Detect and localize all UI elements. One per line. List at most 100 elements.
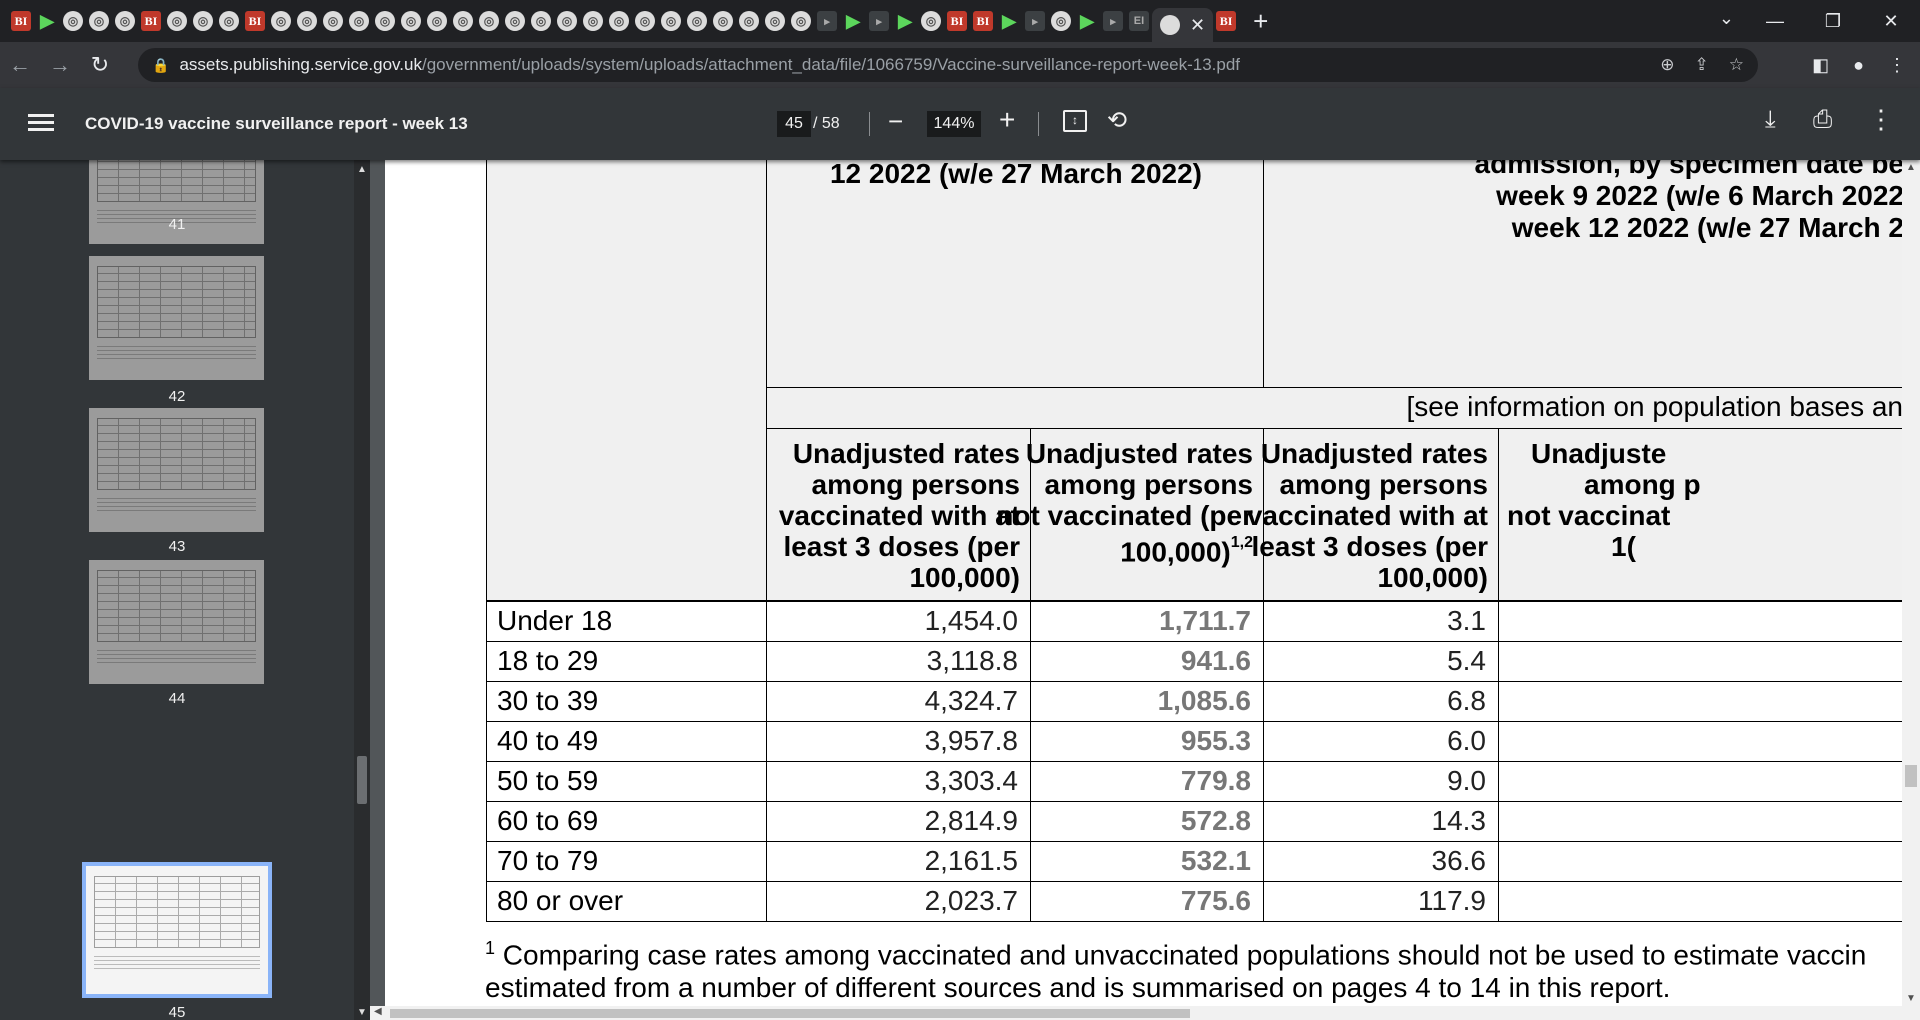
thumbnail-label: 43 (168, 538, 186, 555)
tab-favicon-circle-icon[interactable]: ◎ (424, 8, 450, 34)
tab-favicon-circle-icon[interactable]: ◎ (606, 8, 632, 34)
sidebar-menu-icon[interactable] (28, 110, 54, 136)
close-tab-icon[interactable]: ✕ (1190, 15, 1205, 36)
share-icon[interactable]: ⇪ (1695, 55, 1709, 75)
tab-favicon-BI-icon[interactable]: BI (944, 8, 970, 34)
tab-favicon-circle-icon[interactable]: ◎ (736, 8, 762, 34)
tab-favicon-circle-icon[interactable]: ◎ (294, 8, 320, 34)
tab-favicon-EI-icon[interactable]: EI (1126, 8, 1152, 34)
restore-button[interactable]: ❐ (1804, 11, 1862, 32)
tab-favicon-circle-icon[interactable]: ◎ (268, 8, 294, 34)
new-tab-button[interactable]: + (1253, 6, 1268, 37)
tab-favicon-circle-icon[interactable]: ◎ (112, 8, 138, 34)
print-icon[interactable]: ⎙ (1813, 106, 1832, 134)
scroll-left-icon[interactable]: ◀ (374, 1006, 382, 1017)
tab-favicon-play-icon[interactable]: ▶ (1074, 8, 1100, 34)
bookmark-star-icon[interactable]: ☆ (1729, 55, 1744, 75)
page-thumbnail-45-selected[interactable] (82, 862, 272, 998)
reload-button[interactable]: ↻ (80, 52, 120, 78)
tab-favicon-circle-icon[interactable]: ◎ (164, 8, 190, 34)
active-tab[interactable]: ✕ (1152, 8, 1214, 42)
back-button[interactable]: ← (0, 52, 40, 78)
tab-favicon-play-icon[interactable]: ▶ (996, 8, 1022, 34)
tab-favicon-dark-icon[interactable]: ▸ (866, 8, 892, 34)
tab-favicon-BI-icon[interactable]: BI (970, 8, 996, 34)
zoom-icon[interactable]: ⊕ (1660, 55, 1674, 75)
table-cell: 572.8 (1030, 801, 1264, 842)
close-window-button[interactable]: ✕ (1862, 11, 1920, 32)
scrollbar-thumb[interactable] (357, 756, 367, 804)
rate-value: 117.9 (1418, 885, 1486, 916)
zoom-in-button[interactable]: + (999, 104, 1015, 136)
tab-favicon-circle-icon[interactable]: ◎ (86, 8, 112, 34)
tab-favicon-circle-icon[interactable]: ◎ (398, 8, 424, 34)
tab-favicon-play-icon[interactable]: ▶ (892, 8, 918, 34)
chrome-menu-icon[interactable]: ⋮ (1888, 55, 1906, 76)
sidebar-scrollbar[interactable]: ▲ ▼ (354, 160, 370, 1020)
scroll-down-icon[interactable]: ▼ (357, 1007, 367, 1018)
tab-favicon-circle-icon[interactable]: ◎ (476, 8, 502, 34)
tab-favicon-dark-icon[interactable]: ▸ (814, 8, 840, 34)
thumbnail-label: 41 (168, 216, 186, 233)
rotate-icon[interactable]: ⟲ (1107, 106, 1127, 135)
tab-favicon-circle-icon[interactable]: ◎ (346, 8, 372, 34)
tab-favicon-BI-icon[interactable]: BI (242, 8, 268, 34)
tab-favicon-BI-icon[interactable]: BI (8, 8, 34, 34)
tab-favicon-BI-icon[interactable]: BI (138, 8, 164, 34)
tab-favicon-circle-icon[interactable]: ◎ (918, 8, 944, 34)
scroll-up-icon[interactable]: ▲ (1906, 162, 1916, 173)
tab-favicon-circle-icon[interactable]: ◎ (710, 8, 736, 34)
table-cell: 50 to 59 (486, 761, 767, 802)
page-thumbnail-44[interactable] (89, 560, 264, 684)
tab-search-icon[interactable]: ⌄ (1719, 8, 1734, 29)
table-cell: 941.6 (1030, 641, 1264, 682)
scroll-down-icon[interactable]: ▼ (1906, 993, 1916, 1004)
tab-favicon-circle-icon[interactable]: ◎ (762, 8, 788, 34)
more-actions-icon[interactable]: ⋮ (1868, 104, 1894, 135)
tab-favicon-play-icon[interactable]: ▶ (840, 8, 866, 34)
scrollbar-thumb[interactable] (390, 1009, 1190, 1018)
scrollbar-thumb[interactable] (1905, 765, 1917, 787)
page-thumbnail-42[interactable] (89, 256, 264, 380)
tab-favicon-circle-icon[interactable]: ◎ (788, 8, 814, 34)
footnote-text: Comparing case rates among vaccinated an… (502, 939, 1867, 971)
table-cell: 3,118.8 (766, 641, 1031, 682)
lock-icon[interactable]: 🔒 (152, 57, 169, 74)
tab-favicon-dark-icon[interactable]: ▸ (1100, 8, 1126, 34)
zoom-level-input[interactable]: 144% (927, 111, 981, 137)
column-header-line: 100,000) (1377, 562, 1488, 593)
side-panel-icon[interactable]: ◧ (1812, 55, 1829, 76)
tab-favicon-circle-icon[interactable]: ◎ (658, 8, 684, 34)
fit-to-page-icon[interactable]: ↕ (1063, 110, 1087, 132)
tab-favicon-circle-icon[interactable]: ◎ (450, 8, 476, 34)
profile-icon[interactable]: ● (1853, 55, 1864, 76)
tab-favicon-circle-icon[interactable]: ◎ (190, 8, 216, 34)
tab-favicon-circle-icon[interactable]: ◎ (1048, 8, 1074, 34)
address-bar[interactable]: 🔒 assets.publishing.service.gov.uk/gover… (138, 48, 1758, 82)
page-vertical-scrollbar[interactable]: ▲ ▼ (1902, 160, 1920, 1006)
tab-favicon-circle-icon[interactable]: ◎ (554, 8, 580, 34)
page-thumbnail-43[interactable] (89, 408, 264, 532)
tab-strip: BI ▶ ◎ ◎ ◎ BI ◎ ◎ ◎ BI ◎ ◎ ◎ ◎ ◎ ◎ ◎ ◎ ◎ ◎ ◎ ◎ ◎ ◎ ◎ ◎ ◎ ◎ ◎ ◎ ◎ ▸ ▶ ▸ ▶ ◎ B… (0, 0, 1920, 42)
tab-favicon-dark-icon[interactable]: ▸ (1022, 8, 1048, 34)
zoom-out-button[interactable]: − (888, 106, 903, 137)
tab-favicon-circle-icon[interactable]: ◎ (528, 8, 554, 34)
minimize-button[interactable]: — (1746, 11, 1804, 32)
tab-favicon-circle-icon[interactable]: ◎ (320, 8, 346, 34)
page-horizontal-scrollbar[interactable]: ◀ (370, 1006, 1920, 1020)
page-number-input[interactable]: 45 (777, 111, 811, 137)
tab-favicon-circle-icon[interactable]: ◎ (216, 8, 242, 34)
tab-favicon-play-icon[interactable]: ▶ (34, 8, 60, 34)
tab-bi[interactable]: BI (1213, 8, 1239, 34)
tab-favicon-circle-icon[interactable]: ◎ (684, 8, 710, 34)
scroll-up-icon[interactable]: ▲ (357, 164, 367, 175)
tab-favicon-circle-icon[interactable]: ◎ (632, 8, 658, 34)
download-icon[interactable]: ⤓ (1765, 106, 1776, 134)
tab-favicon-circle-icon[interactable]: ◎ (372, 8, 398, 34)
tab-favicon-circle-icon[interactable]: ◎ (60, 8, 86, 34)
browser-toolbar: ← → ↻ 🔒 assets.publishing.service.gov.uk… (0, 42, 1920, 88)
tab-favicon-circle-icon[interactable]: ◎ (580, 8, 606, 34)
forward-button[interactable]: → (40, 52, 80, 78)
table-cell: 14.3 (1263, 801, 1499, 842)
tab-favicon-circle-icon[interactable]: ◎ (502, 8, 528, 34)
